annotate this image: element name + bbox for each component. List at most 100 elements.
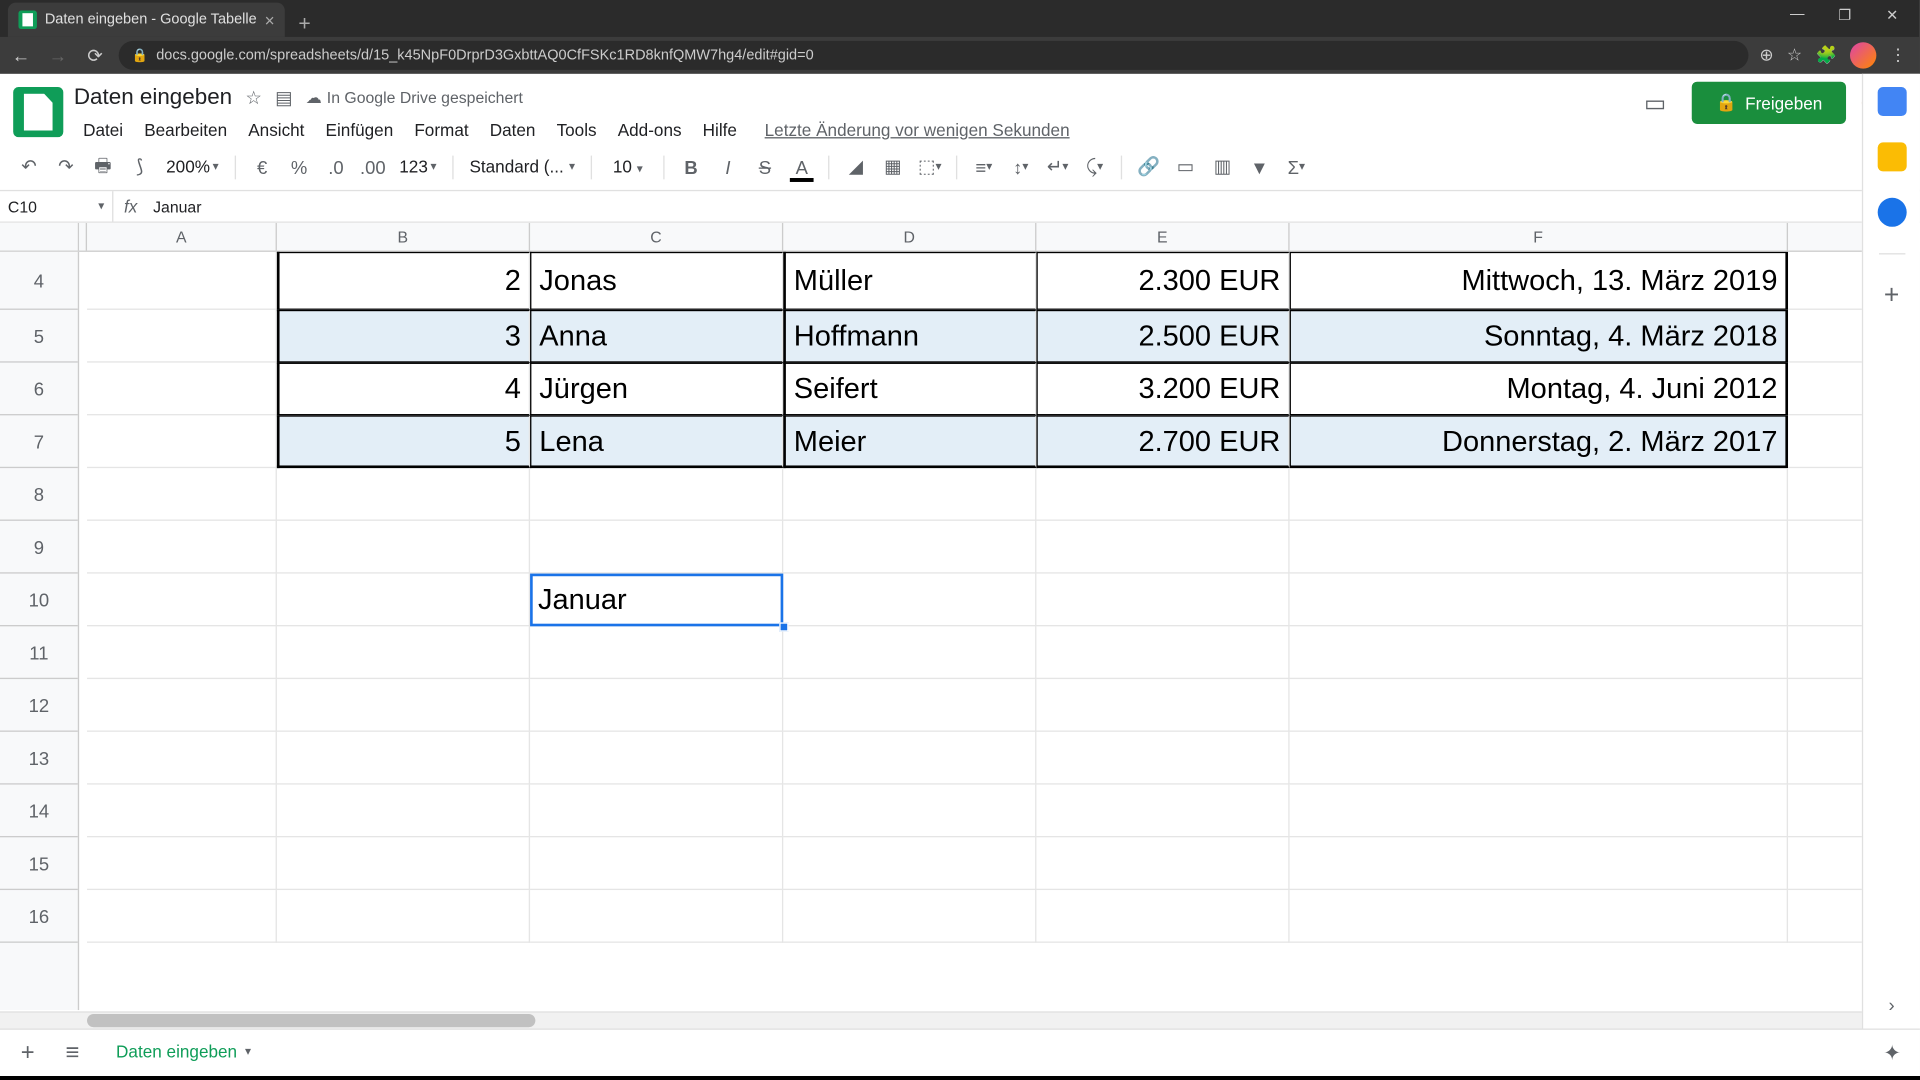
spreadsheet-grid[interactable]: A B C D E F 4 5 6 7 8 9 10 11 12 13 14 1… — [0, 223, 1920, 1029]
comments-button[interactable]: ▭ — [1634, 82, 1676, 124]
cell[interactable] — [277, 574, 530, 627]
cell[interactable]: 4 — [277, 363, 530, 416]
row-header[interactable]: 13 — [0, 732, 78, 785]
cell[interactable] — [87, 310, 277, 363]
format-123-button[interactable]: 123▾ — [394, 157, 442, 177]
cell[interactable] — [1290, 732, 1788, 785]
currency-button[interactable]: € — [246, 151, 278, 183]
increase-decimal-button[interactable]: .00 — [357, 151, 389, 183]
cell[interactable] — [277, 890, 530, 943]
cell[interactable] — [530, 679, 783, 732]
name-box[interactable]: C10▾ — [0, 191, 113, 221]
tasks-icon[interactable] — [1877, 198, 1906, 227]
redo-button[interactable]: ↷ — [50, 151, 82, 183]
cell[interactable] — [277, 468, 530, 521]
cell[interactable] — [87, 837, 277, 890]
cell[interactable] — [1036, 626, 1289, 679]
cell[interactable] — [87, 468, 277, 521]
merge-cells-button[interactable]: ⬚▾ — [914, 151, 946, 183]
functions-button[interactable]: Σ▾ — [1280, 151, 1312, 183]
cell[interactable]: 2.500 EUR — [1036, 310, 1289, 363]
zoom-icon[interactable]: ⊕ — [1759, 45, 1773, 66]
cell[interactable]: Jürgen — [530, 363, 783, 416]
cell[interactable]: Montag, 4. Juni 2012 — [1290, 363, 1788, 416]
fill-handle[interactable] — [779, 622, 788, 631]
percent-button[interactable]: % — [283, 151, 315, 183]
cell[interactable] — [783, 521, 1036, 574]
browser-menu-icon[interactable]: ⋮ — [1890, 45, 1907, 66]
cell[interactable] — [87, 785, 277, 838]
bold-button[interactable]: B — [675, 151, 707, 183]
menu-ansicht[interactable]: Ansicht — [239, 116, 314, 144]
cell[interactable]: Hoffmann — [783, 310, 1036, 363]
nav-forward[interactable]: → — [45, 45, 71, 66]
cell[interactable] — [1290, 468, 1788, 521]
cell[interactable] — [783, 837, 1036, 890]
bookmark-icon[interactable]: ☆ — [1787, 45, 1802, 66]
cell[interactable]: Anna — [530, 310, 783, 363]
cell[interactable] — [783, 890, 1036, 943]
cell[interactable] — [277, 732, 530, 785]
add-addon-button[interactable]: + — [1884, 281, 1899, 311]
keep-icon[interactable] — [1877, 142, 1906, 171]
browser-tab[interactable]: Daten eingeben - Google Tabelle × — [8, 3, 285, 37]
cell[interactable] — [783, 785, 1036, 838]
text-wrap-button[interactable]: ↵▾ — [1042, 151, 1074, 183]
horizontal-scroll-thumb[interactable] — [87, 1014, 535, 1027]
cell[interactable]: Donnerstag, 2. März 2017 — [1290, 415, 1788, 468]
zoom-select[interactable]: 200%▾ — [161, 157, 224, 177]
horizontal-scrollbar[interactable] — [0, 1011, 1903, 1028]
cell[interactable] — [87, 574, 277, 627]
window-maximize[interactable]: ❐ — [1822, 0, 1867, 29]
cell[interactable] — [530, 521, 783, 574]
borders-button[interactable]: ▦ — [877, 151, 909, 183]
text-rotation-button[interactable]: ⤹▾ — [1079, 151, 1111, 183]
cell[interactable]: Seifert — [783, 363, 1036, 416]
cell[interactable] — [1036, 785, 1289, 838]
cell[interactable] — [1036, 521, 1289, 574]
row-header[interactable]: 7 — [0, 415, 78, 468]
cell[interactable] — [1290, 785, 1788, 838]
cell[interactable] — [1290, 679, 1788, 732]
cell[interactable]: 2 — [277, 252, 530, 310]
add-sheet-button[interactable]: + — [11, 1036, 45, 1070]
browser-profile-icon[interactable] — [1850, 42, 1876, 68]
paint-format-button[interactable]: ⟆ — [124, 151, 156, 183]
cell-C10[interactable]: Januar — [530, 574, 783, 627]
cell[interactable] — [87, 415, 277, 468]
row-header[interactable]: 6 — [0, 363, 78, 416]
cell[interactable] — [1036, 574, 1289, 627]
cell[interactable] — [783, 468, 1036, 521]
fill-color-button[interactable]: ◢ — [840, 151, 872, 183]
cell[interactable] — [783, 574, 1036, 627]
insert-comment-button[interactable]: ▭ — [1170, 151, 1202, 183]
cell[interactable]: Lena — [530, 415, 783, 468]
column-header-C[interactable]: C — [530, 223, 783, 251]
row-header[interactable]: 4 — [0, 252, 78, 310]
cell[interactable] — [277, 837, 530, 890]
cell[interactable]: Sonntag, 4. März 2018 — [1290, 310, 1788, 363]
cell[interactable] — [87, 252, 277, 310]
cell[interactable] — [87, 890, 277, 943]
cell[interactable]: 3.200 EUR — [1036, 363, 1289, 416]
italic-button[interactable]: I — [712, 151, 744, 183]
cell[interactable] — [783, 679, 1036, 732]
cell[interactable] — [530, 732, 783, 785]
horizontal-align-button[interactable]: ≡▾ — [968, 151, 1000, 183]
insert-link-button[interactable]: 🔗 — [1133, 151, 1165, 183]
strikethrough-button[interactable]: S — [749, 151, 781, 183]
document-title[interactable]: Daten eingeben — [74, 84, 232, 110]
vertical-align-button[interactable]: ↕▾ — [1005, 151, 1037, 183]
cell[interactable] — [530, 468, 783, 521]
cell[interactable]: Mittwoch, 13. März 2019 — [1290, 252, 1788, 310]
column-header-F[interactable]: F — [1290, 223, 1788, 251]
sheet-tab[interactable]: Daten eingeben ▾ — [100, 1034, 267, 1072]
last-edit-link[interactable]: Letzte Änderung vor wenigen Sekunden — [765, 116, 1070, 144]
all-sheets-button[interactable]: ≡ — [55, 1036, 89, 1070]
cell[interactable] — [1036, 732, 1289, 785]
star-icon[interactable]: ☆ — [245, 86, 262, 108]
cell[interactable] — [1290, 521, 1788, 574]
undo-button[interactable]: ↶ — [13, 151, 45, 183]
menu-datei[interactable]: Datei — [74, 116, 132, 144]
cell[interactable] — [87, 521, 277, 574]
